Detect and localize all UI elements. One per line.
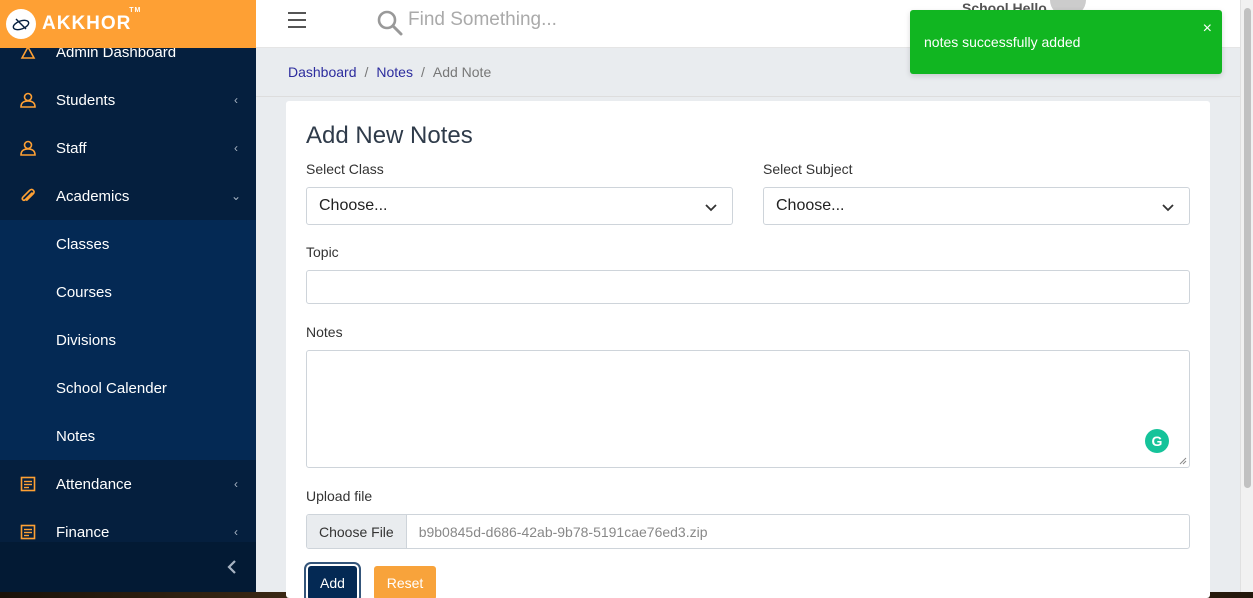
search-input[interactable] bbox=[408, 9, 708, 31]
sidebar-item-label: Attendance bbox=[56, 475, 132, 493]
sidebar-item-attendance[interactable]: Attendance ‹ bbox=[0, 460, 256, 508]
subject-select-value: Choose... bbox=[776, 197, 845, 214]
file-name: b9b0845d-d686-42ab-9b78-5191cae76ed3.zip bbox=[418, 523, 708, 540]
sidebar-subitem-label: School Calender bbox=[56, 379, 167, 397]
list-icon bbox=[0, 523, 56, 541]
breadcrumb: Dashboard / Notes / Add Note bbox=[288, 64, 491, 80]
sidebar-subitem-label: Courses bbox=[56, 283, 112, 301]
sidebar-subitem-divisions[interactable]: Divisions bbox=[0, 316, 256, 364]
choose-file-button[interactable]: Choose File bbox=[307, 515, 407, 548]
toast-message: notes successfully added bbox=[924, 34, 1081, 50]
chevron-left-icon bbox=[227, 560, 236, 574]
sidebar-item-label: Staff bbox=[56, 139, 87, 157]
breadcrumb-separator: / bbox=[364, 64, 369, 80]
sidebar-item-label: Academics bbox=[56, 187, 130, 205]
brand-name: AKKHOR TM bbox=[42, 7, 142, 34]
subject-label: Select Subject bbox=[763, 161, 853, 177]
breadcrumb-notes[interactable]: Notes bbox=[376, 64, 413, 80]
hamburger-menu-icon[interactable] bbox=[288, 12, 306, 28]
sidebar: Admin Dashboard Students ‹ Staff ‹ Acade… bbox=[0, 0, 256, 598]
chevron-down-icon bbox=[705, 204, 717, 212]
reset-button[interactable]: Reset bbox=[374, 566, 436, 598]
sidebar-item-academics[interactable]: Academics ⌄ bbox=[0, 172, 256, 220]
sidebar-collapse-button[interactable] bbox=[0, 542, 256, 592]
upload-label: Upload file bbox=[306, 488, 373, 504]
breadcrumb-current: Add Note bbox=[432, 64, 492, 80]
class-select-value: Choose... bbox=[319, 197, 388, 214]
breadcrumb-separator: / bbox=[420, 64, 425, 80]
sidebar-item-label: Students bbox=[56, 91, 116, 109]
sidebar-subitem-notes[interactable]: Notes bbox=[0, 412, 256, 460]
add-notes-card: Add New Notes Select Class Choose... Sel… bbox=[286, 101, 1210, 598]
chevron-left-icon: ‹ bbox=[234, 525, 238, 539]
chevron-left-icon: ‹ bbox=[234, 93, 238, 107]
divider bbox=[256, 96, 1240, 97]
subject-select[interactable]: Choose... bbox=[763, 187, 1190, 225]
chevron-left-icon: ‹ bbox=[234, 141, 238, 155]
topic-input[interactable] bbox=[306, 270, 1190, 304]
breadcrumb-dashboard[interactable]: Dashboard bbox=[288, 64, 357, 80]
sidebar-subitem-school-calender[interactable]: School Calender bbox=[0, 364, 256, 412]
academics-submenu: Classes Courses Divisions School Calende… bbox=[0, 220, 256, 460]
sidebar-subitem-label: Notes bbox=[56, 427, 96, 445]
chevron-down-icon: ⌄ bbox=[230, 189, 242, 203]
class-label: Select Class bbox=[306, 161, 384, 177]
topic-label: Topic bbox=[306, 244, 339, 260]
resize-handle-icon[interactable] bbox=[1179, 457, 1187, 465]
success-toast: notes successfully added × bbox=[910, 10, 1222, 74]
class-select[interactable]: Choose... bbox=[306, 187, 733, 225]
file-upload-input[interactable]: Choose File b9b0845d-d686-42ab-9b78-5191… bbox=[306, 514, 1190, 549]
page-scrollbar[interactable] bbox=[1240, 0, 1253, 592]
scrollbar-thumb[interactable] bbox=[1244, 8, 1251, 488]
add-button[interactable]: Add bbox=[308, 566, 357, 598]
paperclip-icon bbox=[0, 187, 56, 205]
notes-label: Notes bbox=[306, 324, 343, 340]
sidebar-subitem-label: Divisions bbox=[56, 331, 117, 349]
students-icon bbox=[0, 91, 56, 109]
sidebar-subitem-label: Classes bbox=[56, 235, 110, 253]
search-icon[interactable] bbox=[376, 9, 404, 37]
close-icon[interactable]: × bbox=[1203, 20, 1212, 38]
list-icon bbox=[0, 475, 56, 493]
sidebar-subitem-courses[interactable]: Courses bbox=[0, 268, 256, 316]
grammarly-icon[interactable]: G bbox=[1145, 429, 1169, 453]
sidebar-nav: Admin Dashboard Students ‹ Staff ‹ Acade… bbox=[0, 28, 256, 556]
sidebar-item-label: Finance bbox=[56, 523, 110, 541]
chevron-left-icon: ‹ bbox=[234, 477, 238, 491]
page-title: Add New Notes bbox=[306, 122, 473, 149]
staff-icon bbox=[0, 139, 56, 157]
chevron-down-icon bbox=[1162, 204, 1174, 212]
sidebar-item-staff[interactable]: Staff ‹ bbox=[0, 124, 256, 172]
sidebar-item-students[interactable]: Students ‹ bbox=[0, 76, 256, 124]
brand-logo-bar[interactable]: AKKHOR TM bbox=[0, 0, 256, 48]
sidebar-subitem-classes[interactable]: Classes bbox=[0, 220, 256, 268]
logo-icon bbox=[6, 9, 36, 39]
notes-textarea[interactable]: G bbox=[306, 350, 1190, 468]
